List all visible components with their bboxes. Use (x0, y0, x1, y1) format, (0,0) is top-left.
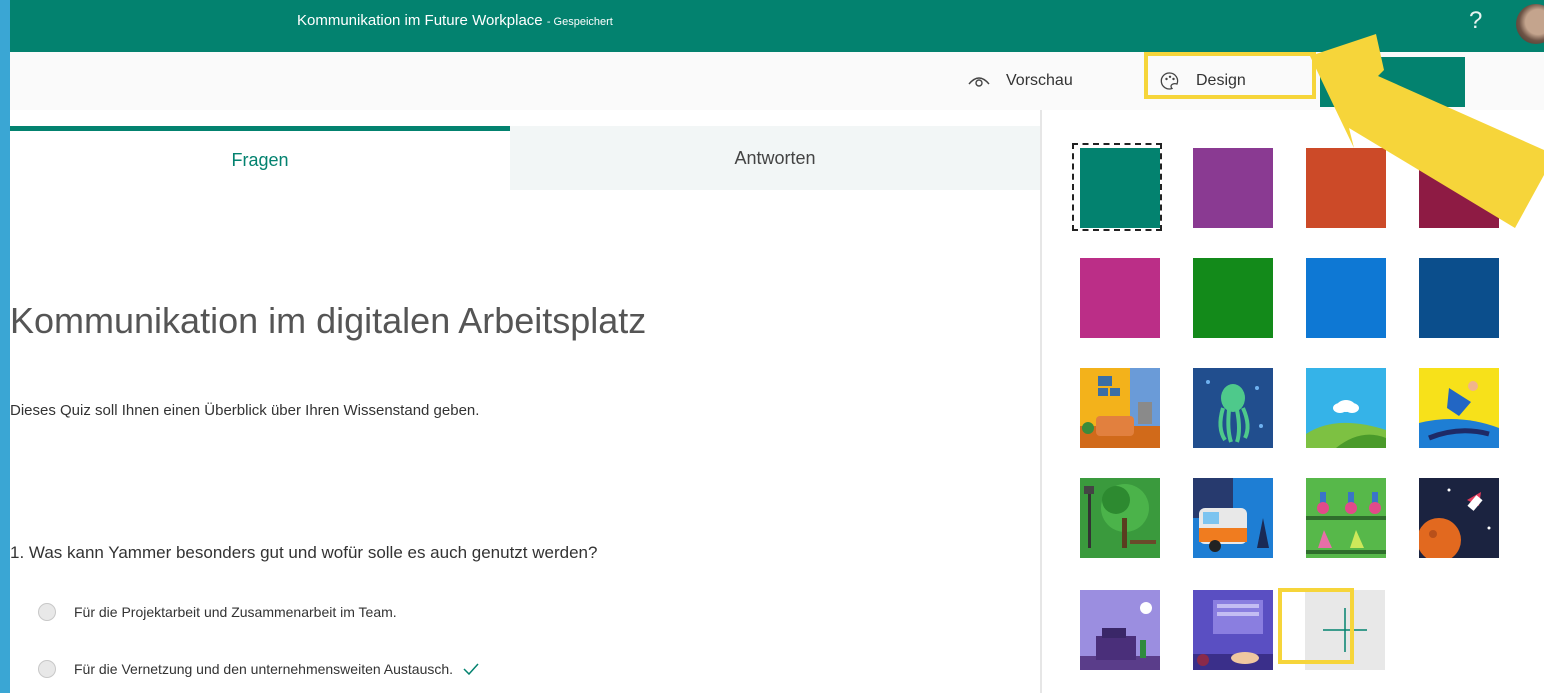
eye-icon (968, 77, 990, 87)
preview-label: Vorschau (1006, 72, 1073, 89)
radio-button[interactable] (38, 660, 56, 678)
saved-status: - Gespeichert (546, 16, 613, 28)
theme-image-rocket-space[interactable] (1419, 478, 1499, 558)
tab-bar: Fragen Antworten (10, 126, 1040, 190)
form-description[interactable]: Dieses Quiz soll Ihnen einen Überblick ü… (10, 402, 479, 419)
theme-color-swatch[interactable] (1306, 148, 1386, 228)
share-button[interactable] (1320, 57, 1465, 107)
option-label: Für die Projektarbeit und Zusammenarbeit… (74, 604, 397, 620)
radio-button[interactable] (38, 603, 56, 621)
theme-color-swatch[interactable] (1306, 258, 1386, 338)
preview-button[interactable]: Vorschau (968, 52, 1073, 110)
theme-color-swatch[interactable] (1193, 258, 1273, 338)
theme-image-bus[interactable] (1193, 478, 1273, 558)
theme-image-snowboarder[interactable] (1419, 368, 1499, 448)
answer-option[interactable]: Für die Projektarbeit und Zusammenarbeit… (38, 603, 397, 621)
theme-image-cloud-hills[interactable] (1306, 368, 1386, 448)
theme-color-swatch[interactable] (1419, 148, 1499, 228)
answer-option[interactable]: Für die Vernetzung und den unternehmensw… (38, 660, 479, 678)
form-name: Kommunikation im Future Workplace (297, 12, 543, 29)
window-title: Kommunikation im Future Workplace - Gesp… (297, 12, 613, 29)
theme-image-keyboard-hands[interactable] (1193, 590, 1273, 670)
help-button[interactable]: ? (1469, 7, 1482, 35)
option-label: Für die Vernetzung und den unternehmensw… (74, 661, 454, 677)
design-highlight-box (1144, 52, 1316, 99)
theme-image-living-room[interactable] (1080, 368, 1160, 448)
app-window: Kommunikation im Future Workplace - Gesp… (10, 0, 1544, 693)
theme-color-swatch[interactable] (1080, 258, 1160, 338)
add-theme-highlight-box (1278, 588, 1354, 664)
avatar[interactable] (1516, 4, 1544, 44)
theme-color-swatch[interactable] (1419, 258, 1499, 338)
question-title[interactable]: 1. Was kann Yammer besonders gut und wof… (10, 543, 597, 563)
form-title[interactable]: Kommunikation im digitalen Arbeitsplatz (10, 300, 646, 342)
theme-image-lab-shelves[interactable] (1306, 478, 1386, 558)
title-bar: Kommunikation im Future Workplace - Gesp… (10, 0, 1544, 52)
tab-questions[interactable]: Fragen (10, 126, 510, 190)
theme-image-park-tree[interactable] (1080, 478, 1160, 558)
selected-theme-indicator (1072, 143, 1162, 231)
theme-color-swatch[interactable] (1193, 148, 1273, 228)
tab-responses[interactable]: Antworten (510, 126, 1040, 190)
checkmark-icon (463, 663, 479, 675)
theme-image-octopus[interactable] (1193, 368, 1273, 448)
theme-image-desk-clock[interactable] (1080, 590, 1160, 670)
